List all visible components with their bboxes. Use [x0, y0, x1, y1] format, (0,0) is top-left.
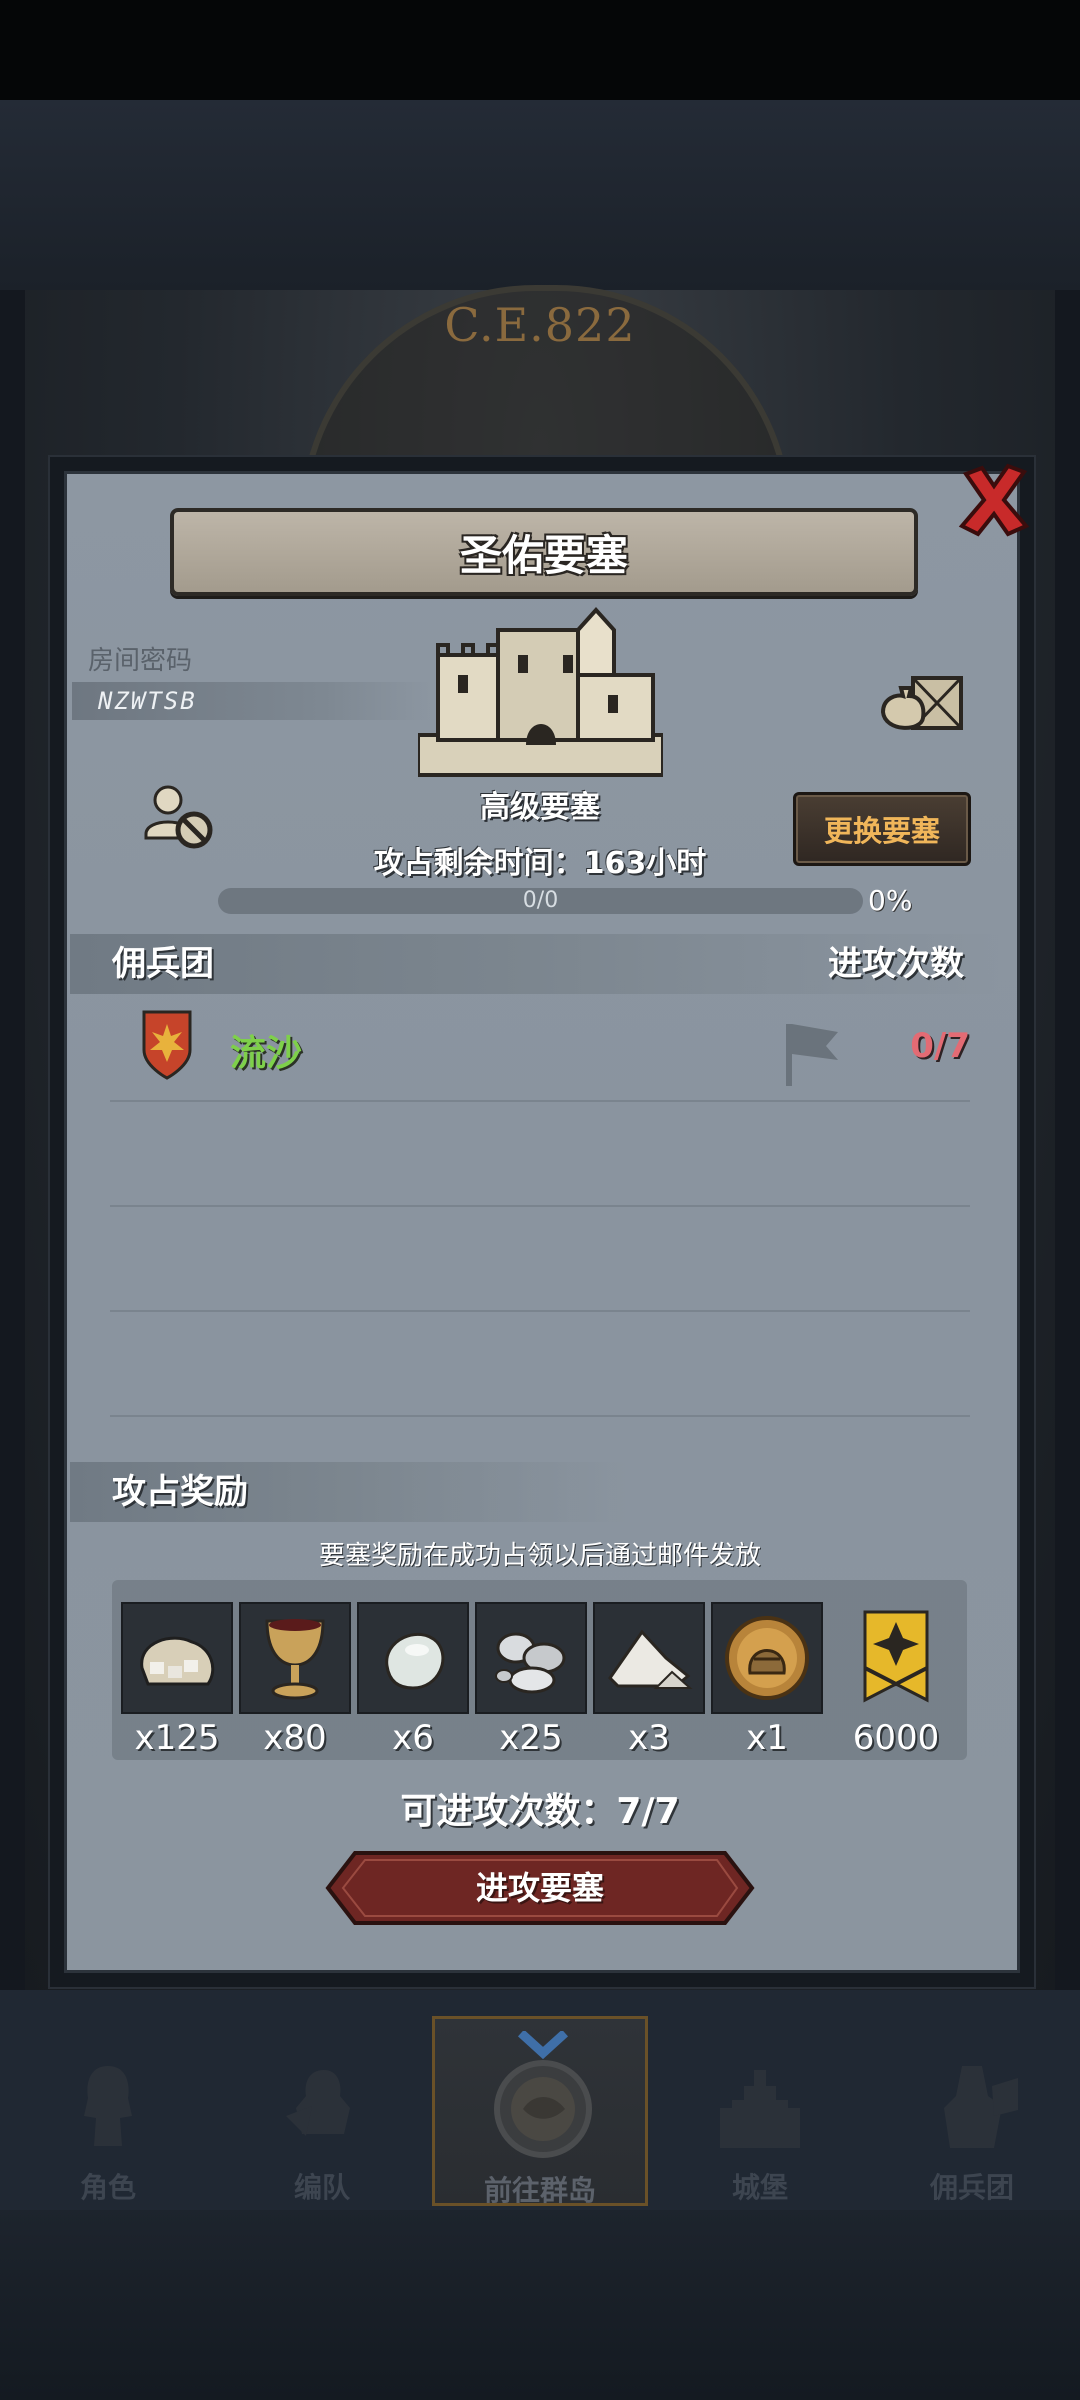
- status-bar: [0, 0, 1080, 100]
- dialog-title: 圣佑要塞: [459, 530, 628, 580]
- reward-item[interactable]: x80: [239, 1602, 351, 1758]
- flag-icon: [786, 1024, 838, 1086]
- nav-label: 编队: [293, 2171, 350, 2204]
- attack-fortress-button[interactable]: 进攻要塞: [325, 1850, 755, 1926]
- row-divider: [110, 1100, 970, 1102]
- mercenary-emblem-icon: [142, 1010, 192, 1080]
- reward-quantity: x6: [392, 1718, 434, 1758]
- progress-percent: 0%: [868, 884, 913, 917]
- row-divider: [110, 1310, 970, 1312]
- nav-item-castle[interactable]: 城堡: [660, 2016, 860, 2206]
- era-label: C.E.822: [444, 298, 636, 352]
- nav-item-character[interactable]: 角色: [8, 2016, 208, 2206]
- reward-quantity: x80: [263, 1718, 327, 1758]
- mercenary-attack-count: 0/7: [910, 1026, 970, 1066]
- occupation-timer: 攻占剩余时间：163小时: [373, 846, 707, 881]
- nav-label: 角色: [79, 2171, 136, 2204]
- mercenary-section-header: 佣兵团 进攻次数: [70, 934, 1000, 994]
- progress-text: 0/0: [522, 888, 559, 913]
- room-code: NZWTSB: [72, 682, 432, 720]
- knight-helmet-coin-icon: [725, 1616, 809, 1700]
- mercenary-row[interactable]: 流沙 0/7: [70, 1010, 970, 1098]
- mercenary-icon: [944, 2066, 1018, 2148]
- close-icon: [958, 463, 1030, 537]
- formation-icon: [286, 2070, 350, 2136]
- nav-item-islands[interactable]: 前往群岛: [432, 2016, 648, 2207]
- reward-item[interactable]: x25: [475, 1602, 587, 1758]
- attack-button-label: 进攻要塞: [475, 1869, 604, 1907]
- reward-item[interactable]: x125: [121, 1602, 233, 1758]
- fortress-castle-icon: [418, 607, 663, 777]
- mercenary-section-title: 佣兵团: [112, 944, 214, 984]
- fortress-type: 高级要塞: [480, 790, 600, 825]
- honor-banner-icon: [863, 1610, 929, 1703]
- close-button[interactable]: [952, 458, 1036, 542]
- islands-icon: [494, 2031, 592, 2158]
- pearl-stone-icon: [385, 1632, 445, 1690]
- bottom-nav: 角色 编队 前往群岛 城堡 佣兵团: [0, 2016, 1080, 2207]
- change-fortress-button[interactable]: 更换要塞: [793, 792, 971, 866]
- reward-quantity: x1: [746, 1718, 788, 1758]
- occupation-progress-bar: 0/0: [218, 888, 863, 914]
- nav-label: 佣兵团: [929, 2171, 1014, 2204]
- row-divider: [110, 1415, 970, 1417]
- reward-item[interactable]: x6: [357, 1602, 469, 1758]
- reward-item[interactable]: x3: [593, 1602, 705, 1758]
- reward-section-header: 攻占奖励: [70, 1462, 630, 1522]
- nav-label: 城堡: [731, 2171, 788, 2204]
- row-divider: [110, 1205, 970, 1207]
- nav-item-mercenary[interactable]: 佣兵团: [872, 2016, 1072, 2206]
- mercenary-name: 流沙: [230, 1033, 303, 1074]
- silver-ore-icon: [495, 1632, 566, 1694]
- supply-bag-icon[interactable]: [875, 670, 965, 740]
- salt-pile-icon: [608, 1629, 693, 1689]
- reward-item[interactable]: 6000: [840, 1602, 952, 1758]
- reward-note: 要塞奖励在成功占领以后通过邮件发放: [318, 1541, 761, 1571]
- reward-quantity: x125: [134, 1718, 220, 1758]
- nav-item-formation[interactable]: 编队: [222, 2016, 422, 2206]
- remaining-attacks: 可进攻次数：7/7: [400, 1791, 680, 1832]
- attack-count-header: 进攻次数: [828, 944, 964, 984]
- bottom-background: [0, 2210, 1080, 2400]
- reward-quantity: 6000: [852, 1718, 940, 1758]
- nav-label: 前往群岛: [483, 2174, 596, 2207]
- goblet-icon: [265, 1619, 325, 1700]
- ore-sack-icon: [140, 1636, 215, 1686]
- no-entry-user-icon[interactable]: [142, 782, 218, 852]
- title-banner: 圣佑要塞: [170, 508, 918, 596]
- reward-item[interactable]: x1: [711, 1602, 823, 1758]
- reward-section-title: 攻占奖励: [112, 1472, 248, 1512]
- reward-quantity: x3: [628, 1718, 670, 1758]
- background-band: [0, 100, 1080, 290]
- room-code-label: 房间密码: [88, 646, 193, 676]
- castle-icon: [720, 2070, 800, 2148]
- change-fortress-label: 更换要塞: [823, 814, 940, 848]
- character-icon: [84, 2066, 132, 2146]
- reward-quantity: x25: [499, 1718, 563, 1758]
